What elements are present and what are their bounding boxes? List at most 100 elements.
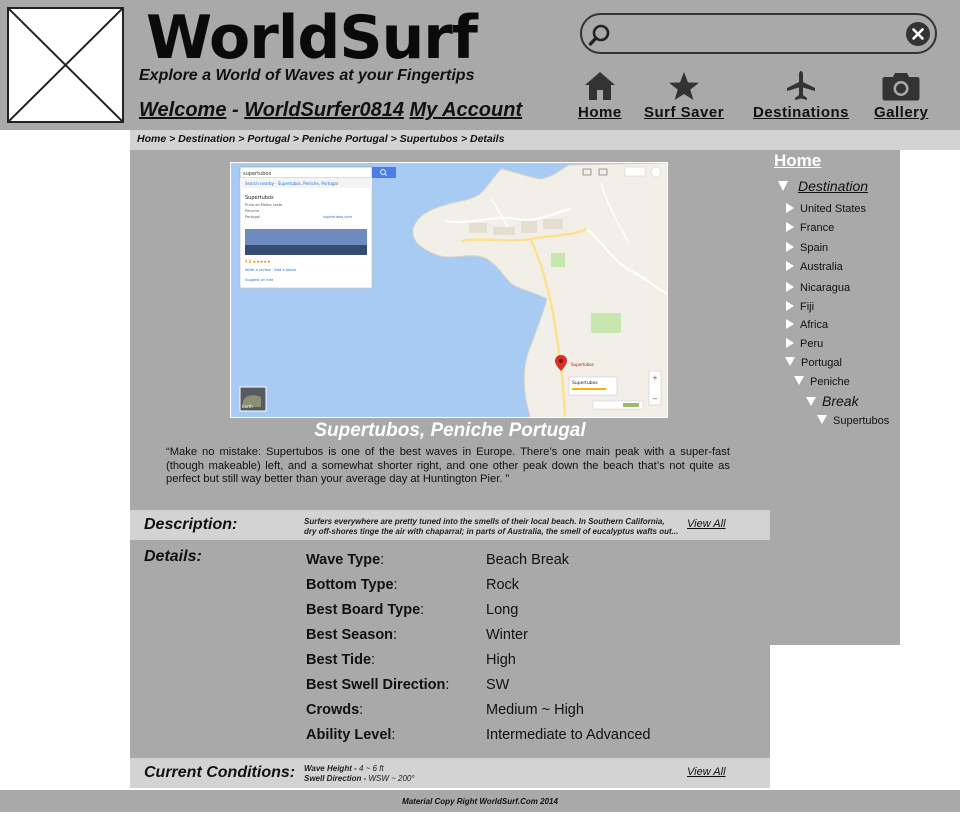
- detail-key: Best Tide: [306, 652, 372, 668]
- my-account-link[interactable]: My Account: [410, 99, 523, 121]
- nav-gallery[interactable]: Gallery: [874, 70, 928, 121]
- sidebar-item-label: Portugal: [801, 357, 842, 369]
- spot-details-panel: Supertubos Supertubos + − Earth supertub…: [130, 150, 770, 788]
- spot-title: Supertubos, Peniche Portugal: [314, 420, 586, 441]
- details-table: Wave Type: Beach Break Bottom Type: Rock…: [306, 550, 726, 750]
- details-label: Details:: [144, 548, 202, 565]
- earth-toggle-label[interactable]: Earth: [242, 404, 253, 409]
- expanded-triangle-icon[interactable]: [794, 376, 804, 385]
- detail-key: Ability Level: [306, 727, 392, 743]
- sidebar-item-supertubos[interactable]: Supertubos: [817, 415, 889, 427]
- username-link[interactable]: WorldSurfer0814: [244, 99, 404, 121]
- map-side-link[interactable]: supertubos.com: [323, 215, 352, 219]
- site-title: WorldSurf: [146, 3, 478, 73]
- sidebar-item-peru[interactable]: Peru: [786, 338, 823, 350]
- detail-key: Wave Type: [306, 552, 381, 568]
- collapsed-triangle-icon[interactable]: [786, 282, 794, 292]
- sidebar-item-nicaragua[interactable]: Nicaragua: [786, 282, 850, 294]
- conditions-row: Current Conditions: Wave Height - 4 ~ 6 …: [130, 758, 770, 788]
- sidebar-item-france[interactable]: France: [786, 222, 834, 234]
- sidebar-item-peniche[interactable]: Peniche: [794, 376, 850, 388]
- collapsed-triangle-icon[interactable]: [786, 203, 794, 213]
- sidebar-item-fiji[interactable]: Fiji: [786, 301, 814, 313]
- conditions-view-all-link[interactable]: View All: [687, 766, 726, 778]
- breadcrumb-item[interactable]: Home: [137, 133, 166, 145]
- wave-height-value: 4 ~ 6 ft: [358, 764, 384, 773]
- sidebar-destination-label[interactable]: Destination: [798, 178, 868, 194]
- wave-height: Wave Height - 4 ~ 6 ft: [304, 764, 384, 774]
- nav-home[interactable]: Home: [578, 70, 622, 121]
- sidebar-item-portugal[interactable]: Portugal: [785, 357, 842, 369]
- breadcrumb-item[interactable]: Supertubos: [400, 133, 458, 145]
- detail-row: Best Season: Winter: [306, 627, 528, 643]
- breadcrumb-item-current: Details: [470, 133, 505, 145]
- detail-row: Bottom Type: Rock: [306, 577, 520, 593]
- svg-text:Suggest an edit: Suggest an edit: [245, 278, 274, 282]
- breadcrumb-item[interactable]: Portugal: [247, 133, 290, 145]
- sidebar-item-label: Fiji: [800, 301, 815, 313]
- logo-placeholder[interactable]: [7, 7, 124, 123]
- sidebar-item-label: United States: [800, 203, 867, 215]
- sidebar-item-spain[interactable]: Spain: [786, 242, 828, 254]
- description-row: Description: Surfers everywhere are pret…: [130, 510, 770, 540]
- sidebar-item-label: Africa: [800, 319, 829, 331]
- sidebar-home-link[interactable]: Home: [774, 151, 821, 171]
- breadcrumb-bar: Home > Destination > Portugal > Peniche …: [130, 130, 960, 150]
- breadcrumb-item[interactable]: Destination: [178, 133, 235, 145]
- welcome-link[interactable]: Welcome: [139, 99, 226, 121]
- sidebar-item-africa[interactable]: Africa: [786, 319, 828, 331]
- detail-value: High: [486, 652, 516, 668]
- expanded-triangle-icon[interactable]: [785, 357, 795, 366]
- map-search-text[interactable]: supertubos: [243, 171, 271, 177]
- sidebar-item-label: Peru: [800, 338, 824, 350]
- detail-value: Rock: [486, 577, 520, 593]
- collapsed-triangle-icon[interactable]: [786, 338, 794, 348]
- peniche-map: Supertubos Supertubos + − Earth supertub…: [231, 163, 667, 417]
- nav-surf-saver[interactable]: Surf Saver: [644, 70, 724, 121]
- swell-direction-value: WSW ~ 200°: [368, 774, 415, 783]
- map-view[interactable]: Supertubos Supertubos + − Earth supertub…: [230, 162, 668, 418]
- sidebar-item-label: France: [800, 222, 835, 234]
- swell-direction-label: Swell Direction -: [304, 774, 367, 783]
- detail-key: Best Swell Direction: [306, 677, 446, 693]
- welcome-separator: -: [232, 99, 239, 121]
- expanded-triangle-icon[interactable]: [778, 181, 788, 191]
- map-listing-title[interactable]: Supertubos: [245, 195, 274, 201]
- sidebar-item-label: Peniche: [810, 376, 850, 388]
- svg-text:Search nearby · Supertubos, Pe: Search nearby · Supertubos, Peniche, Por…: [245, 181, 338, 186]
- breadcrumb-separator: >: [460, 133, 468, 145]
- expanded-triangle-icon[interactable]: [806, 397, 816, 406]
- sidebar-item-break[interactable]: Break: [806, 393, 859, 409]
- collapsed-triangle-icon[interactable]: [786, 242, 794, 252]
- sidebar-destination[interactable]: Destination: [778, 178, 868, 194]
- camera-icon: [882, 73, 920, 101]
- collapsed-triangle-icon[interactable]: [786, 319, 794, 329]
- clear-search-icon[interactable]: [905, 21, 931, 47]
- sidebar-item-australia[interactable]: Australia: [786, 261, 843, 273]
- detail-row: Best Tide: High: [306, 652, 516, 668]
- search-bar: [580, 13, 937, 54]
- wave-height-label: Wave Height -: [304, 764, 357, 773]
- site-header: WorldSurf Explore a World of Waves at yo…: [0, 0, 960, 130]
- nav-destinations[interactable]: Destinations: [753, 70, 849, 121]
- detail-key: Best Season: [306, 627, 394, 643]
- collapsed-triangle-icon[interactable]: [786, 261, 794, 271]
- sidebar-item-label: Spain: [800, 242, 829, 254]
- description-view-all-link[interactable]: View All: [687, 518, 726, 530]
- collapsed-triangle-icon[interactable]: [786, 222, 794, 232]
- search-icon[interactable]: [588, 23, 612, 47]
- breadcrumb-item[interactable]: Peniche Portugal: [302, 133, 388, 145]
- expanded-triangle-icon[interactable]: [817, 415, 827, 424]
- nav-home-label: Home: [578, 104, 622, 121]
- swell-direction: Swell Direction - WSW ~ 200°: [304, 774, 415, 784]
- description-line-1: Surfers everywhere are pretty tuned into…: [304, 517, 665, 526]
- search-input[interactable]: [618, 21, 898, 47]
- nav-gallery-label: Gallery: [874, 104, 929, 121]
- spot-quote: “Make no mistake: Supertubos is one of t…: [166, 446, 730, 485]
- svg-text:−: −: [652, 395, 658, 403]
- collapsed-triangle-icon[interactable]: [786, 301, 794, 311]
- detail-key: Best Board Type: [306, 602, 421, 618]
- svg-text:Praia do Molhe Leste: Praia do Molhe Leste: [245, 203, 283, 207]
- svg-text:+: +: [652, 374, 658, 382]
- sidebar-item-united-states[interactable]: United States: [786, 203, 866, 215]
